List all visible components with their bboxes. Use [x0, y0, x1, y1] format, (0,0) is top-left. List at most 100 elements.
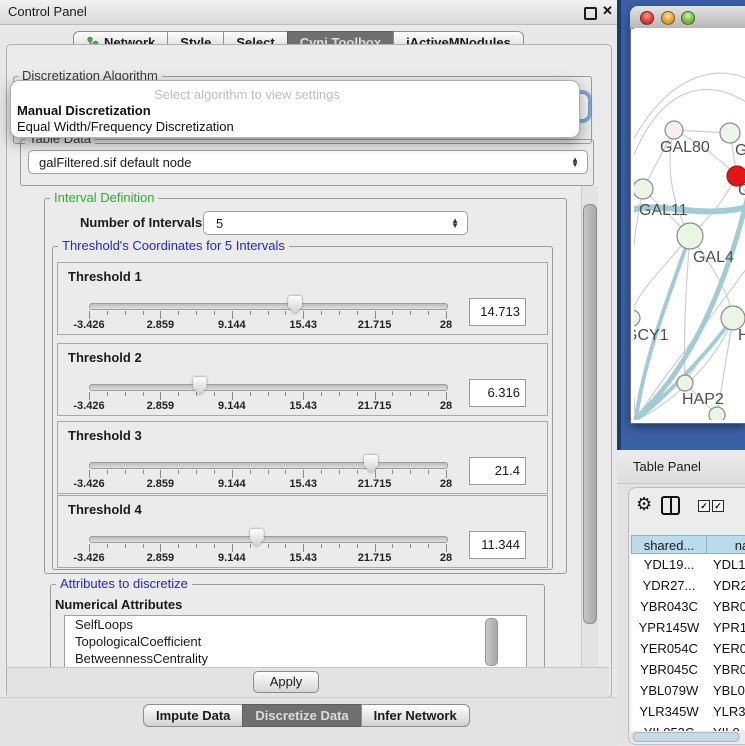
tick-label: -3.426	[73, 400, 104, 412]
network-canvas[interactable]: GAL80 GA C GAL11 GAL4 GCY1 H HAP2	[634, 28, 745, 420]
table-row[interactable]: YBL079WYBL0	[631, 680, 745, 701]
attribute-item-topologicalcoefficient[interactable]: TopologicalCoefficient	[65, 633, 526, 650]
threshold-value-field[interactable]: 14.713	[469, 298, 526, 326]
table-header-row: shared...name	[631, 535, 745, 554]
algorithm-dropdown-popup: Select algorithm to view settings Manual…	[10, 80, 580, 138]
table-header-name[interactable]: name	[706, 535, 745, 554]
node-label-gal11: GAL11	[639, 202, 688, 219]
split-columns-icon[interactable]	[661, 496, 680, 515]
slider-track[interactable]	[89, 462, 448, 469]
threshold-value-field[interactable]: 21.4	[469, 457, 526, 485]
threshold-value-field[interactable]: 11.344	[469, 531, 526, 559]
table-cell: YDL1	[707, 554, 745, 575]
tick-label: -3.426	[73, 478, 104, 490]
table-cell: YPR145W	[631, 617, 707, 638]
bottom-tab-infer-network[interactable]: Infer Network	[361, 704, 470, 727]
panel-vertical-scrollbar-thumb[interactable]	[583, 204, 597, 624]
threshold-panel-3: Threshold 3-3.4262.8599.14415.4321.71528…	[57, 421, 548, 494]
tick-label: 9.144	[218, 552, 246, 564]
table-cell: YBR0	[707, 659, 745, 680]
network-node-bottom[interactable]	[709, 407, 725, 420]
table-row[interactable]: YBR045CYBR0	[631, 659, 745, 680]
table-row[interactable]: YPR145WYPR1	[631, 617, 745, 638]
table-data-combobox-value: galFiltered.sif default node	[29, 155, 571, 170]
table-row[interactable]: YER054CYER0	[631, 638, 745, 659]
bottom-tab-impute-data[interactable]: Impute Data	[143, 704, 243, 727]
algorithm-option-equal-width-frequency[interactable]: Equal Width/Frequency Discretization	[15, 119, 234, 134]
node-label-g-partial: GA	[735, 142, 745, 159]
bottom-tab-discretize-data[interactable]: Discretize Data	[242, 704, 361, 727]
checkbox-checked-icon[interactable]: ✓	[712, 500, 724, 512]
table-cell: YDL19...	[631, 554, 707, 575]
checkbox-checked-icon[interactable]: ✓	[698, 500, 710, 512]
algorithm-option-manual-discretization[interactable]: Manual Discretization	[15, 103, 151, 118]
network-node-hap2[interactable]	[677, 375, 693, 391]
algorithm-popup-hint: Select algorithm to view settings	[11, 87, 579, 102]
tab-label: Impute Data	[156, 705, 230, 726]
table-horizontal-scrollbar-thumb[interactable]	[633, 732, 739, 742]
mac-close-button-icon[interactable]	[640, 11, 654, 25]
tick-label: 28	[440, 319, 452, 331]
threshold-label: Threshold 1	[68, 269, 142, 284]
table-cell: YLR345W	[631, 701, 707, 722]
table-row[interactable]: YDL19...YDL1	[631, 554, 745, 575]
number-of-intervals-value: 5	[204, 216, 451, 231]
table-header-shared[interactable]: shared...	[631, 535, 707, 554]
float-window-icon[interactable]	[584, 7, 597, 20]
tick-label: 15.43	[289, 400, 317, 412]
network-node-gal11[interactable]	[634, 179, 653, 199]
attributes-list-scrollbar[interactable]	[485, 618, 498, 666]
attributes-group-title: Attributes to discretize	[56, 577, 192, 591]
number-of-intervals-combobox[interactable]: 5 ▲▼	[203, 211, 468, 235]
tick-label: 28	[440, 478, 452, 490]
tick-label: 21.715	[358, 400, 392, 412]
node-label-h-partial: H	[738, 327, 745, 344]
table-panel-title: Table Panel	[633, 459, 701, 474]
tick-label: 9.144	[218, 478, 246, 490]
tick-label: 15.43	[289, 552, 317, 564]
apply-button[interactable]: Apply	[253, 671, 319, 693]
mac-minimize-button-icon[interactable]	[661, 11, 675, 25]
table-row[interactable]: YLR345WYLR3	[631, 701, 745, 722]
combobox-spinner-icon: ▲▼	[571, 157, 587, 167]
tick-label: -3.426	[73, 319, 104, 331]
threshold-label: Threshold 2	[68, 350, 142, 365]
close-icon[interactable]: ✕	[602, 3, 613, 19]
slider-tick-labels: -3.4262.8599.14415.4321.71528	[89, 319, 446, 331]
tick-label: 21.715	[358, 319, 392, 331]
combobox-spinner-icon: ▲▼	[451, 218, 467, 228]
threshold-value-field[interactable]: 6.316	[469, 379, 526, 407]
table-data-combobox[interactable]: galFiltered.sif default node ▲▼	[28, 150, 588, 174]
control-panel-window: Control Panel ✕ NetworkStyleSelectCyni T…	[0, 0, 617, 745]
network-node-top-right[interactable]	[720, 123, 740, 143]
table-cell: YER0	[707, 638, 745, 659]
cyni-bottom-tabbar: Impute Data Discretize Data Infer Network	[143, 704, 470, 727]
network-node-gcy1[interactable]	[634, 310, 640, 326]
numerical-attributes-list[interactable]: SelfLoopsTopologicalCoefficientBetweenne…	[64, 615, 527, 670]
node-label-c-partial: C	[738, 182, 745, 199]
table-cell: YIL052C	[631, 722, 707, 731]
tick-label: 9.144	[218, 400, 246, 412]
table-cell: YDR2	[707, 575, 745, 596]
slider-track[interactable]	[89, 303, 448, 310]
table-row[interactable]: YBR043CYBR0	[631, 596, 745, 617]
threshold-panel-1: Threshold 1-3.4262.8599.14415.4321.71528…	[57, 262, 548, 335]
network-window-titlebar	[630, 6, 745, 29]
attribute-item-betweennesscentrality[interactable]: BetweennessCentrality	[65, 650, 526, 667]
tab-label: Discretize Data	[255, 705, 348, 726]
tick-label: 2.859	[147, 400, 175, 412]
mac-zoom-button-icon[interactable]	[681, 11, 695, 25]
slider-track[interactable]	[89, 536, 448, 543]
tick-label: 9.144	[218, 319, 246, 331]
gear-icon[interactable]: ⚙	[636, 494, 652, 515]
slider-track[interactable]	[89, 384, 448, 391]
table-row[interactable]: YDR27...YDR2	[631, 575, 745, 596]
tick-label: 15.43	[289, 319, 317, 331]
network-node-gal4[interactable]	[677, 223, 703, 249]
tick-label: 28	[440, 552, 452, 564]
table-row[interactable]: YIL052CYIL0	[631, 722, 745, 731]
node-label-hap2: HAP2	[682, 391, 724, 408]
threshold-label: Threshold 4	[68, 502, 142, 517]
attribute-item-selfloops[interactable]: SelfLoops	[65, 616, 526, 633]
network-node-gal80[interactable]	[665, 121, 683, 139]
